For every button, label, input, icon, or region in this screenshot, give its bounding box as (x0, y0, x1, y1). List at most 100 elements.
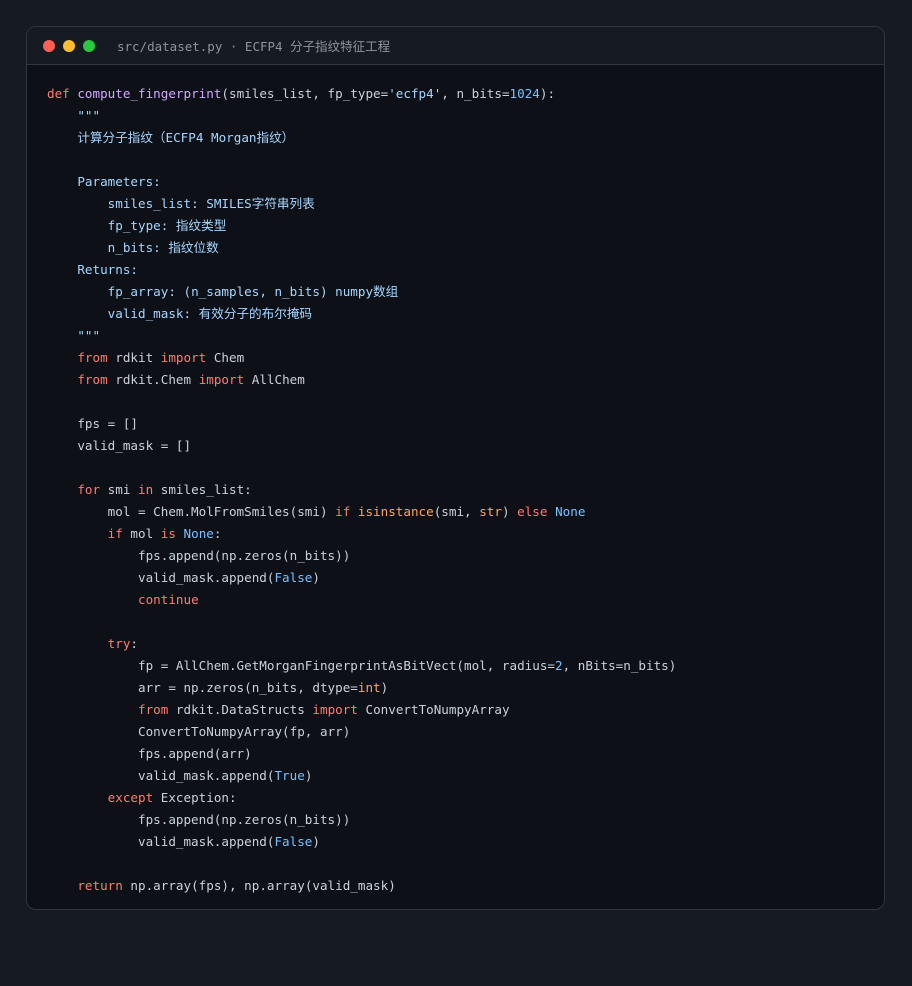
code-line: from rdkit.Chem import AllChem (47, 369, 874, 391)
code-token: valid_mask.append( (47, 570, 275, 585)
code-token: True (274, 768, 305, 783)
file-title: src/dataset.py · ECFP4 分子指纹特征工程 (117, 39, 391, 54)
maximize-dot-icon[interactable] (83, 39, 95, 52)
code-token: isinstance (357, 504, 434, 519)
code-line: try: (47, 633, 874, 655)
code-token: def (47, 86, 70, 101)
code-token: np.array(fps), np.array(valid_mask) (122, 878, 396, 893)
code-line: def compute_fingerprint(smiles_list, fp_… (47, 83, 874, 105)
code-token: mol = Chem.MolFromSmiles(smi) (47, 504, 336, 519)
code-line: n_bits: 指纹位数 (47, 237, 874, 259)
code-line: fps.append(np.zeros(n_bits)) (47, 809, 874, 831)
code-line: valid_mask = [] (47, 435, 874, 457)
code-token: from (77, 350, 108, 365)
code-token: ) (380, 680, 389, 695)
code-token: is (160, 526, 176, 541)
code-line: smiles_list: SMILES字符串列表 (47, 193, 874, 215)
code-line: Parameters: (47, 171, 874, 193)
code-token: Chem (206, 350, 245, 365)
code-token: 计算分子指纹（ECFP4 Morgan指纹） (77, 130, 295, 145)
code-token: Exception: (153, 790, 237, 805)
close-dot-icon[interactable] (43, 39, 55, 52)
code-token: rdkit.Chem (107, 372, 199, 387)
code-line: ConvertToNumpyArray(fp, arr) (47, 721, 874, 743)
code-token: smi (100, 482, 139, 497)
code-token: : (130, 636, 139, 651)
code-line: """ (47, 105, 874, 127)
code-token: from (138, 702, 169, 717)
code-token: smiles_list: (153, 482, 252, 497)
code-line: mol = Chem.MolFromSmiles(smi) if isinsta… (47, 501, 874, 523)
code-token: 'ecfp4' (388, 86, 442, 101)
code-line: valid_mask: 有效分子的布尔掩码 (47, 303, 874, 325)
code-token: arr = np.zeros(n_bits, dtype= (47, 680, 358, 695)
code-token: (smi, (433, 504, 480, 519)
code-token: n_bits: 指纹位数 (107, 240, 219, 255)
code-token: None (183, 526, 214, 541)
code-token: if (335, 504, 351, 519)
code-token: int (357, 680, 381, 695)
code-token: return (77, 878, 123, 893)
code-token: 1024 (509, 86, 540, 101)
code-token: ): (539, 86, 556, 101)
code-token: ConvertToNumpyArray (357, 702, 510, 717)
code-line: valid_mask.append(True) (47, 765, 874, 787)
code-token: , n_bits= (441, 86, 510, 101)
code-token: (smiles_list, fp_type= (221, 86, 389, 101)
code-token: fps.append(arr) (47, 746, 252, 761)
code-token: Returns: (77, 262, 139, 277)
code-line: return np.array(fps), np.array(valid_mas… (47, 875, 874, 897)
code-token: in (138, 482, 154, 497)
code-token: fps.append(np.zeros(n_bits)) (47, 812, 351, 827)
code-line: continue (47, 589, 874, 611)
code-editor[interactable]: def compute_fingerprint(smiles_list, fp_… (47, 83, 874, 897)
code-line: fps.append(arr) (47, 743, 874, 765)
code-token: compute_fingerprint (77, 86, 222, 101)
code-token: fps = [] (47, 416, 138, 431)
code-line: fp_array: (n_samples, n_bits) numpy数组 (47, 281, 874, 303)
code-line: 计算分子指纹（ECFP4 Morgan指纹） (47, 127, 874, 149)
code-token: ConvertToNumpyArray(fp, arr) (47, 724, 351, 739)
code-line: fps = [] (47, 413, 874, 435)
code-token: try (107, 636, 131, 651)
code-token: for (77, 482, 101, 497)
code-token: ) (304, 768, 313, 783)
code-token: rdkit (107, 350, 161, 365)
code-token: 2 (555, 658, 563, 673)
code-token: except (107, 790, 154, 805)
code-line: except Exception: (47, 787, 874, 809)
code-line: """ (47, 325, 874, 347)
code-line: from rdkit import Chem (47, 347, 874, 369)
minimize-dot-icon[interactable] (63, 39, 75, 52)
code-line: Returns: (47, 259, 874, 281)
code-token: continue (138, 592, 199, 607)
code-token: fps.append(np.zeros(n_bits)) (47, 548, 351, 563)
code-token: rdkit.DataStructs (168, 702, 313, 717)
code-token: else (517, 504, 548, 519)
code-token: fp = AllChem.GetMorganFingerprintAsBitVe… (47, 658, 555, 673)
code-token: ) (312, 834, 320, 849)
code-token: ) (312, 570, 320, 585)
code-token: if (107, 526, 123, 541)
code-token: """ (77, 328, 101, 343)
